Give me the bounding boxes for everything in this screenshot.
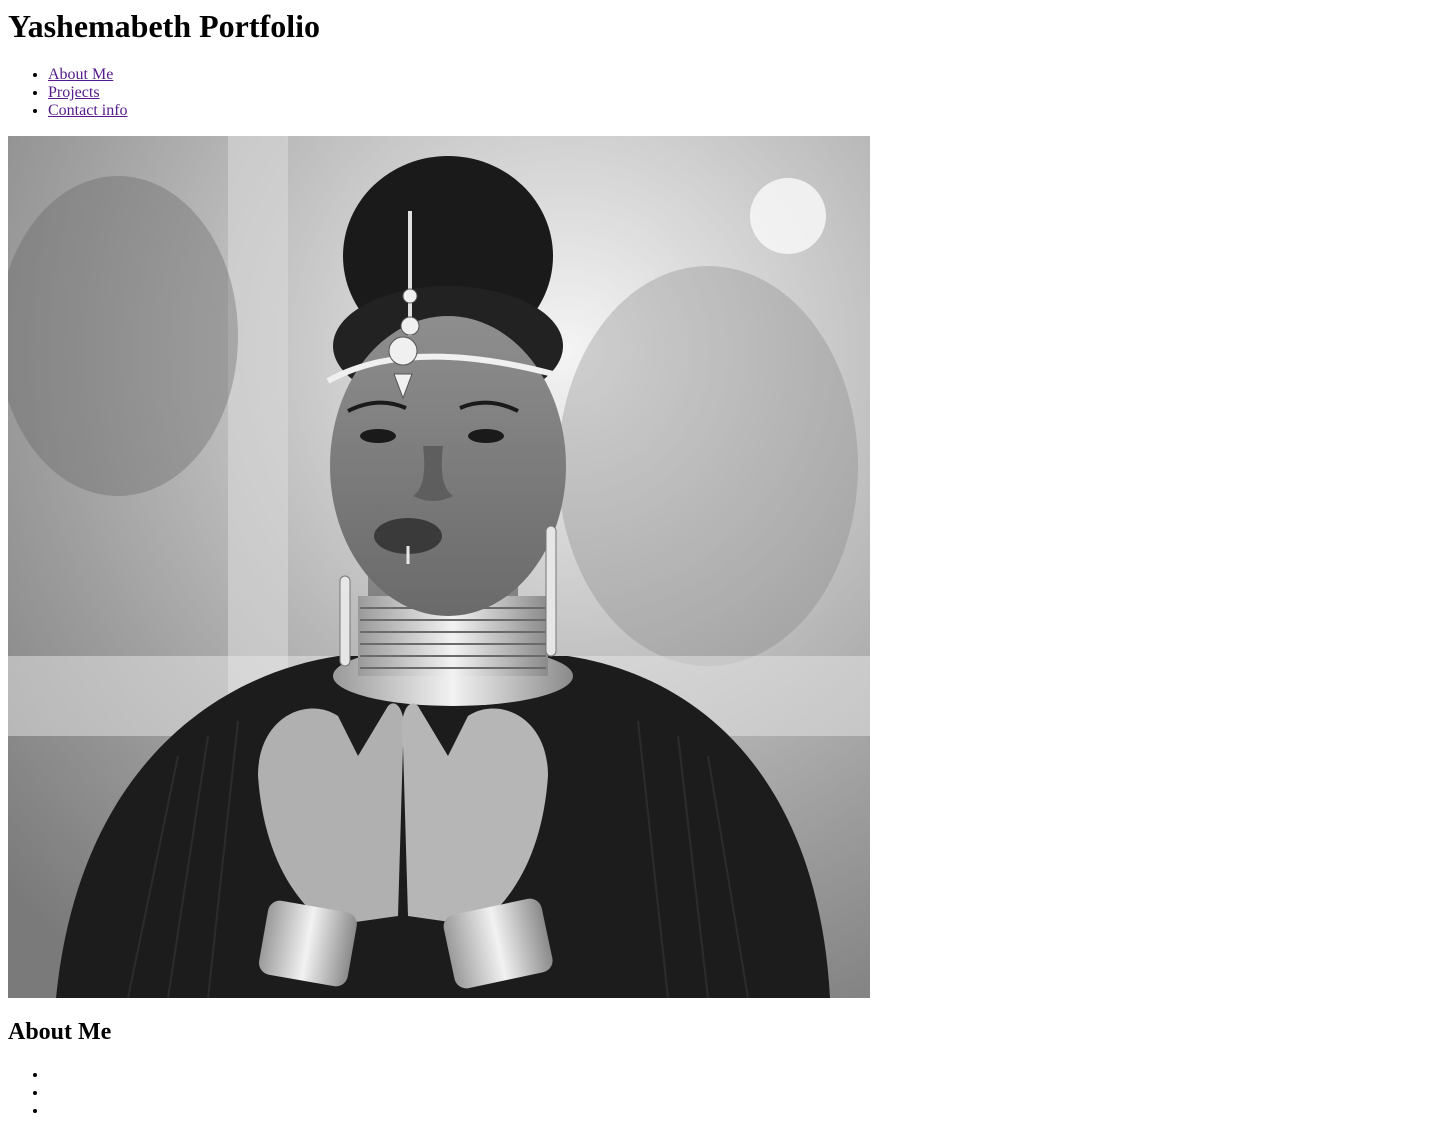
portrait-illustration xyxy=(8,136,870,998)
list-item xyxy=(48,1084,1432,1102)
main-nav: About Me Projects Contact info xyxy=(8,66,1432,120)
nav-link-projects[interactable]: Projects xyxy=(48,84,100,101)
nav-link-about-me[interactable]: About Me xyxy=(48,66,113,83)
nav-item-contact: Contact info xyxy=(48,102,1432,120)
hero-portrait-image xyxy=(8,136,870,998)
list-item xyxy=(48,1102,1432,1120)
page-title: Yashemabeth Portfolio xyxy=(8,8,320,44)
about-me-list xyxy=(8,1066,1432,1120)
nav-item-about: About Me xyxy=(48,66,1432,84)
about-me-heading: About Me xyxy=(8,1019,112,1045)
nav-item-projects: Projects xyxy=(48,84,1432,102)
list-item xyxy=(48,1066,1432,1084)
nav-link-contact-info[interactable]: Contact info xyxy=(48,102,128,119)
